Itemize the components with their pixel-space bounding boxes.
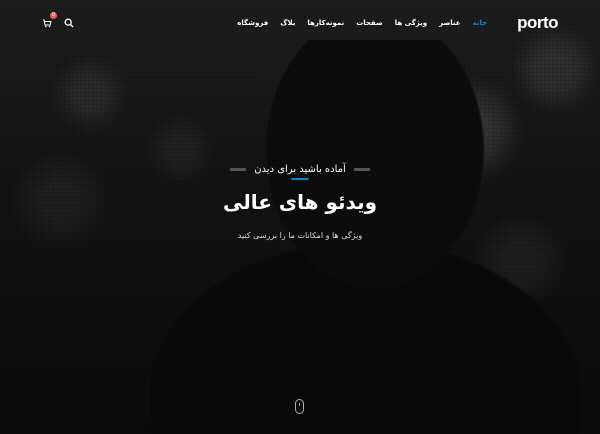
nav-item-pages[interactable]: صفحات <box>356 19 383 27</box>
kicker-line-right <box>353 168 370 171</box>
mouse-scroll-icon[interactable] <box>295 399 304 414</box>
search-button[interactable] <box>62 16 76 30</box>
nav-item-shop[interactable]: فروشگاه <box>237 19 268 27</box>
nav-item-features[interactable]: ویژگی ها <box>395 19 427 27</box>
site-header: 0 خانه عناصر ویژگی ها صفحات نمونه‌کارها … <box>0 0 600 46</box>
hero-content: آماده باشید برای دیدن ویدئو های عالی ویژ… <box>0 164 600 240</box>
main-nav: خانه عناصر ویژگی ها صفحات نمونه‌کارها بل… <box>237 19 487 27</box>
cart-button[interactable]: 0 <box>40 12 57 30</box>
cart-badge: 0 <box>50 12 57 19</box>
cart-icon <box>43 19 52 28</box>
hero-kicker: آماده باشید برای دیدن <box>254 164 346 175</box>
nav-item-blog[interactable]: بلاگ <box>280 19 295 27</box>
site-logo[interactable]: porto <box>517 13 558 33</box>
nav-item-home[interactable]: خانه <box>473 19 488 27</box>
kicker-row: آماده باشید برای دیدن <box>0 164 600 175</box>
hero-subtitle: ویژگی ها و امکانات ما را بررسی کنید <box>237 231 363 240</box>
kicker-line-left <box>230 168 247 171</box>
search-icon <box>64 18 74 28</box>
nav-item-portfolio[interactable]: نمونه‌کارها <box>307 19 344 27</box>
nav-item-elements[interactable]: عناصر <box>439 19 460 27</box>
hero-title: ویدئو های عالی <box>222 190 378 214</box>
header-tools: 0 <box>40 12 76 30</box>
kicker-underline <box>291 178 309 180</box>
